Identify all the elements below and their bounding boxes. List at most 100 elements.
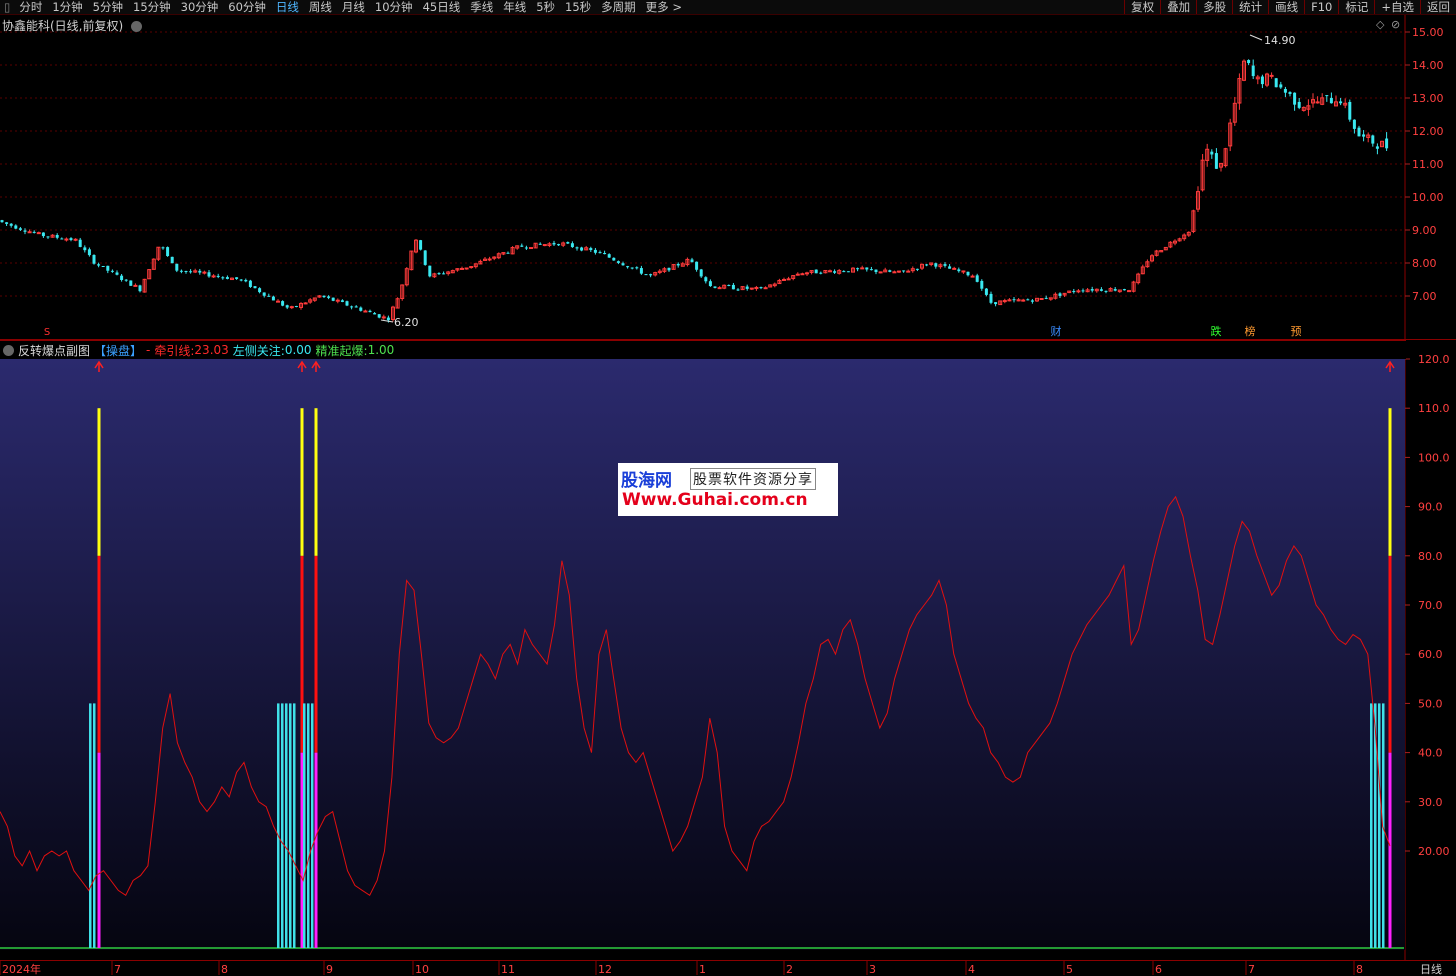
- candle-body: [607, 254, 611, 258]
- candle-body: [782, 278, 786, 281]
- marker-bang: 榜: [1245, 324, 1256, 338]
- time-label: 4: [968, 963, 975, 976]
- candle-body: [589, 248, 593, 251]
- left-focus-bar: [1378, 703, 1381, 948]
- candle-body: [345, 301, 349, 306]
- candle-body: [211, 275, 216, 278]
- candle-body: [1104, 290, 1108, 292]
- candle-body: [198, 270, 202, 273]
- candle-body: [303, 302, 308, 305]
- time-label: 2: [786, 963, 793, 976]
- left-focus-bar: [1370, 703, 1373, 948]
- candle-body: [179, 270, 183, 272]
- indicator-name: 反转爆点副图: [18, 343, 91, 358]
- candle-body: [1210, 151, 1214, 155]
- chevron-down-icon[interactable]: [131, 21, 143, 32]
- candle-body: [335, 299, 340, 302]
- indicator-axis-label: 70.0: [1418, 599, 1443, 612]
- candle-body: [377, 314, 381, 318]
- left-focus-bar: [289, 703, 292, 948]
- candle-body: [1247, 60, 1251, 64]
- candle-body: [331, 297, 335, 301]
- candle-body: [363, 310, 368, 313]
- collapse-icon[interactable]: [3, 344, 14, 356]
- stock-title: 协鑫能科(日线,前复权): [2, 17, 143, 34]
- candle-body: [97, 264, 101, 266]
- marker-cai: 财: [1051, 324, 1062, 338]
- candle-body: [1371, 135, 1375, 144]
- candle-body: [736, 289, 740, 291]
- candle-body: [1058, 293, 1062, 296]
- candle-body: [202, 271, 207, 274]
- candle-body: [635, 267, 639, 269]
- candle-body: [1274, 78, 1278, 88]
- candle-body: [1099, 289, 1103, 291]
- candle-body: [239, 279, 243, 281]
- diamond-icon: ◇: [1376, 18, 1385, 31]
- candle-body: [1081, 290, 1085, 292]
- candle-body: [487, 258, 492, 261]
- period-label: 日线: [1420, 962, 1442, 976]
- candle-body: [221, 277, 225, 279]
- candle-body: [41, 232, 45, 237]
- candle-body: [814, 269, 818, 274]
- candle-body: [1385, 138, 1389, 149]
- candle-body: [786, 278, 791, 281]
- candle-body: [805, 272, 809, 275]
- candle-body: [1297, 101, 1301, 108]
- price-axis-label: 11.00: [1412, 158, 1444, 171]
- indicator-axis-label: 120.0: [1418, 353, 1450, 366]
- candle-body: [616, 261, 620, 263]
- candle-body: [874, 269, 878, 273]
- candle-body: [952, 267, 957, 270]
- price-axis-label: 10.00: [1412, 191, 1444, 204]
- candle-body: [1325, 95, 1329, 97]
- candle-body: [207, 272, 211, 277]
- candle-body: [630, 267, 634, 269]
- candle-body: [1251, 65, 1255, 77]
- time-label: 3: [869, 963, 876, 976]
- candle-body: [9, 223, 13, 226]
- candle-body: [1269, 74, 1274, 77]
- candle-body: [1293, 92, 1297, 105]
- left-focus-bar: [311, 703, 314, 948]
- indicator-axis-label: 80.0: [1418, 550, 1443, 563]
- candle-body: [970, 275, 975, 278]
- candle-body: [717, 287, 722, 290]
- candle-body: [373, 313, 377, 315]
- candle-body: [327, 296, 331, 298]
- time-label: 1: [699, 963, 706, 976]
- indicator-axis-label: 30.0: [1418, 796, 1443, 809]
- candle-body: [520, 245, 524, 247]
- price-axis-label: 7.00: [1412, 290, 1437, 303]
- candle-body: [248, 280, 252, 287]
- candle-body: [189, 271, 193, 273]
- candle-body: [32, 231, 36, 233]
- candle-body: [1026, 299, 1030, 301]
- candle-body: [948, 266, 952, 269]
- candle-body: [138, 285, 142, 292]
- candle-body: [83, 247, 87, 251]
- candle-body: [235, 277, 239, 279]
- time-label: 8: [1356, 963, 1363, 976]
- candle-body: [216, 275, 220, 277]
- time-label: 7: [1248, 963, 1255, 976]
- candle-body: [92, 254, 96, 264]
- candle-body: [869, 269, 873, 271]
- candle-body: [442, 273, 446, 275]
- candle-body: [529, 247, 533, 250]
- candle-body: [1288, 92, 1292, 94]
- candle-body: [0, 220, 4, 223]
- candle-body: [437, 273, 441, 275]
- candle-body: [763, 287, 768, 290]
- price-axis-label: 15.00: [1412, 26, 1444, 39]
- candle-body: [676, 263, 680, 266]
- candle-body: [184, 271, 188, 273]
- candle-body: [1352, 119, 1356, 129]
- candle-body: [690, 259, 694, 263]
- yellow-bar: [300, 408, 304, 556]
- line3-value: 1.00: [367, 343, 395, 357]
- candle-body: [699, 269, 703, 277]
- candle-body: [833, 271, 837, 273]
- candle-body: [1127, 290, 1131, 293]
